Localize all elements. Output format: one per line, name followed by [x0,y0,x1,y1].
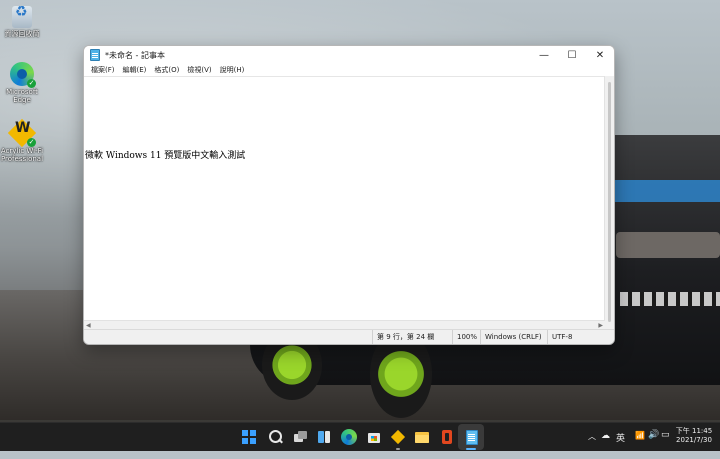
text-editor[interactable]: 微軟 Windows 11 預覽版中文輸入測試 [84,76,604,330]
shortcut-check-icon: ✓ [27,79,36,88]
menu-help[interactable]: 說明(H) [216,65,249,75]
edge-icon: ✓ [10,62,36,88]
start-icon[interactable] [241,429,257,445]
battery-icon[interactable]: ▭ [661,430,670,458]
title-bar[interactable]: *未命名 - 記事本 — ☐ ✕ [84,46,614,64]
desktop-icon-label: 資源回收筒 [4,30,40,38]
menu-format[interactable]: 格式(O) [150,65,183,75]
menu-view[interactable]: 檢視(V) [183,65,215,75]
ime-indicator[interactable]: 英 [616,431,625,459]
status-zoom: 100% [452,330,481,344]
status-cursor-position: 第 9 行，第 24 欄 [372,330,455,344]
minimize-button[interactable]: — [530,46,558,64]
wallpaper-car-stripe [612,180,720,202]
menu-bar: 檔案(F) 編輯(E) 格式(O) 檢視(V) 說明(H) [84,64,614,75]
clock[interactable]: 下午 11:45 2021/7/30 [674,427,714,455]
desktop-icon-edge[interactable]: ✓ Microsoft Edge [0,62,44,104]
clock-time: 下午 11:45 [675,427,713,435]
desktop-icon-label: Acrylic Wi-Fi Professional [0,147,44,163]
wallpaper-car-grille [616,232,720,258]
chevron-up-icon[interactable]: ︿ [588,431,596,459]
window-title: *未命名 - 記事本 [105,50,165,60]
search-icon[interactable] [267,429,283,445]
menu-edit[interactable]: 編輯(E) [119,65,151,75]
widgets-icon[interactable] [316,429,332,445]
cloud-icon[interactable]: ☁ [601,431,610,459]
store-icon[interactable] [366,429,382,445]
wifi-icon[interactable]: 📶 [635,431,645,459]
shortcut-check-icon: ✓ [27,138,36,147]
notepad-icon[interactable] [463,429,479,445]
editor-content[interactable]: 微軟 Windows 11 預覽版中文輸入測試 [85,148,245,161]
menu-file[interactable]: 檔案(F) [87,65,119,75]
volume-icon[interactable]: 🔊 [648,430,659,458]
notepad-window[interactable]: *未命名 - 記事本 — ☐ ✕ 檔案(F) 編輯(E) 格式(O) 檢視(V)… [83,45,615,345]
wallpaper-car-lettering [620,292,720,306]
taskbar: ︿ ☁ 英 📶 🔊 ▭ 下午 11:45 2021/7/30 [0,422,720,451]
maximize-button[interactable]: ☐ [558,46,586,64]
vertical-scrollbar[interactable] [604,76,614,329]
edge-icon[interactable] [341,429,357,445]
status-bar: 第 9 行，第 24 欄 100% Windows (CRLF) UTF-8 [84,329,614,344]
recycle-bin-icon [12,6,32,28]
file-explorer-icon[interactable] [414,429,430,445]
acrylic-wifi-icon[interactable] [390,429,406,445]
desktop-icon-recycle-bin[interactable]: 資源回收筒 [0,6,44,38]
close-button[interactable]: ✕ [586,46,614,64]
clock-date: 2021/7/30 [676,436,712,444]
vertical-scrollbar-thumb[interactable] [608,82,611,322]
task-view-icon[interactable] [292,429,308,445]
status-encoding: UTF-8 [547,330,610,344]
desktop-icon-acrylic-wifi[interactable]: ✓ Acrylic Wi-Fi Professional [0,121,44,163]
status-line-ending: Windows (CRLF) [480,330,545,344]
desktop-icon-label: Microsoft Edge [6,88,38,104]
acrylic-wifi-icon: ✓ [10,121,36,147]
notepad-icon [90,49,100,61]
office-icon[interactable] [439,429,455,445]
